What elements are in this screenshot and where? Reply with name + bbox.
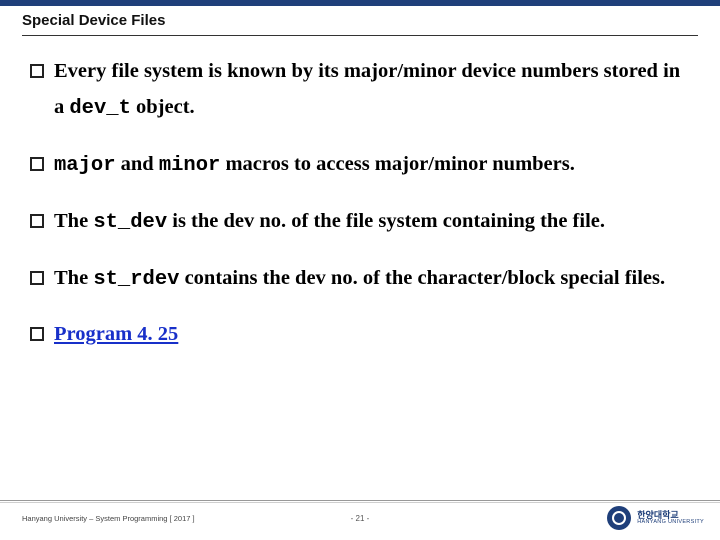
text-run: contains the dev no. of the character/bl…	[179, 267, 665, 289]
bullet-square-icon	[30, 64, 44, 78]
logo-en: HANYANG UNIVERSITY	[637, 520, 704, 526]
text-run: and	[116, 153, 159, 175]
logo-text: 한양대학교 HANYANG UNIVERSITY	[637, 511, 704, 526]
text-run: The	[54, 210, 93, 232]
text-run: is the dev no. of the file system contai…	[167, 210, 605, 232]
text-run: The	[54, 267, 93, 289]
bullet-text: Program 4. 25	[54, 317, 692, 353]
slide: Special Device Files Every file system i…	[0, 0, 720, 540]
logo-badge-icon	[607, 506, 631, 530]
footer-rule-light	[0, 502, 720, 503]
bullet-square-icon	[30, 214, 44, 228]
bullet-text: The st_rdev contains the dev no. of the …	[54, 261, 692, 298]
bullet-text: The st_dev is the dev no. of the file sy…	[54, 204, 692, 241]
text-run: macros to access major/minor numbers.	[220, 153, 575, 175]
title-area: Special Device Files	[0, 6, 720, 40]
program-link[interactable]: Program 4. 25	[54, 323, 178, 345]
page-title: Special Device Files	[22, 12, 698, 29]
bullet-item: Program 4. 25	[30, 317, 692, 353]
code-run: minor	[159, 154, 221, 177]
code-run: st_dev	[93, 211, 167, 234]
university-logo: 한양대학교 HANYANG UNIVERSITY	[607, 506, 704, 530]
bullet-text: Every file system is known by its major/…	[54, 54, 692, 127]
bullet-square-icon	[30, 157, 44, 171]
footer: Hanyang University – System Programming …	[0, 500, 720, 540]
text-run: object.	[131, 96, 195, 118]
bullet-text: major and minor macros to access major/m…	[54, 147, 692, 184]
code-run: major	[54, 154, 116, 177]
footer-rule	[0, 500, 720, 501]
code-run: dev_t	[69, 97, 131, 120]
content-area: Every file system is known by its major/…	[0, 40, 720, 353]
bullet-item: The st_rdev contains the dev no. of the …	[30, 261, 692, 298]
bullet-item: major and minor macros to access major/m…	[30, 147, 692, 184]
title-underline	[22, 35, 698, 36]
code-run: st_rdev	[93, 268, 179, 291]
page-number: - 21 -	[351, 514, 370, 523]
bullet-square-icon	[30, 271, 44, 285]
bullet-item: The st_dev is the dev no. of the file sy…	[30, 204, 692, 241]
footer-left-text: Hanyang University – System Programming …	[22, 514, 195, 523]
bullet-square-icon	[30, 327, 44, 341]
bullet-item: Every file system is known by its major/…	[30, 54, 692, 127]
